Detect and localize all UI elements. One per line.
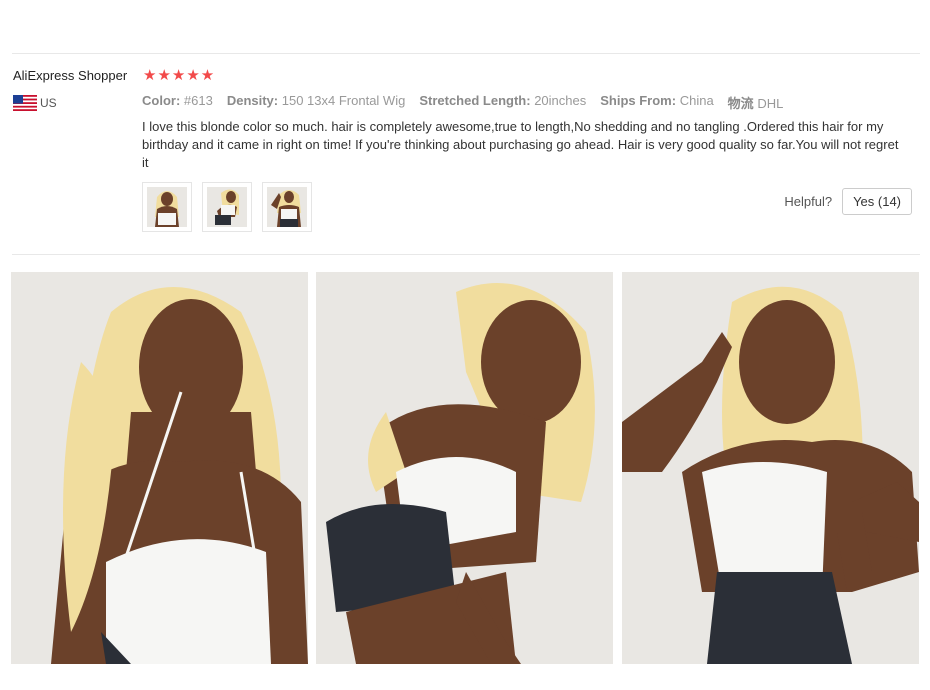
review-photo-2[interactable]: [316, 272, 613, 664]
prop-ships-from: Ships From: China: [600, 93, 714, 108]
review-text: I love this blonde color so much. hair i…: [142, 119, 899, 170]
prop-color: Color: #613: [142, 93, 213, 108]
review-photo-1[interactable]: [11, 272, 308, 664]
review-item: AliExpress Shopper ★★★★★ US Color: #613 …: [12, 54, 920, 254]
helpful-section: Helpful? Yes (14): [784, 188, 912, 215]
helpful-label: Helpful?: [784, 194, 833, 209]
prop-length: Stretched Length: 20inches: [419, 93, 587, 108]
prop-logistics: 物流 DHL: [727, 96, 784, 111]
review-photo-3[interactable]: [622, 272, 919, 664]
review-thumbnails: [142, 182, 312, 232]
us-flag-icon: [13, 95, 37, 111]
reviewer-country: US: [13, 95, 57, 111]
photo-thumbnail-icon: [267, 187, 307, 227]
review-thumbnail-1[interactable]: [142, 182, 192, 232]
review-photo-image: [622, 272, 919, 664]
photo-thumbnail-icon: [207, 187, 247, 227]
helpful-yes-button[interactable]: Yes (14): [842, 188, 912, 215]
review-photo-image: [11, 272, 308, 664]
review-thumbnail-3[interactable]: [262, 182, 312, 232]
rating-stars: ★★★★★: [143, 67, 216, 84]
review-thumbnail-2[interactable]: [202, 182, 252, 232]
photo-thumbnail-icon: [147, 187, 187, 227]
review-photo-image: [316, 272, 613, 664]
prop-density: Density: 150 13x4 Frontal Wig: [226, 93, 406, 108]
bottom-divider: [12, 254, 920, 255]
purchase-properties: Color: #613 Density: 150 13x4 Frontal Wi…: [142, 93, 783, 112]
country-code: US: [40, 96, 57, 110]
reviewer-name: AliExpress Shopper: [13, 68, 128, 83]
